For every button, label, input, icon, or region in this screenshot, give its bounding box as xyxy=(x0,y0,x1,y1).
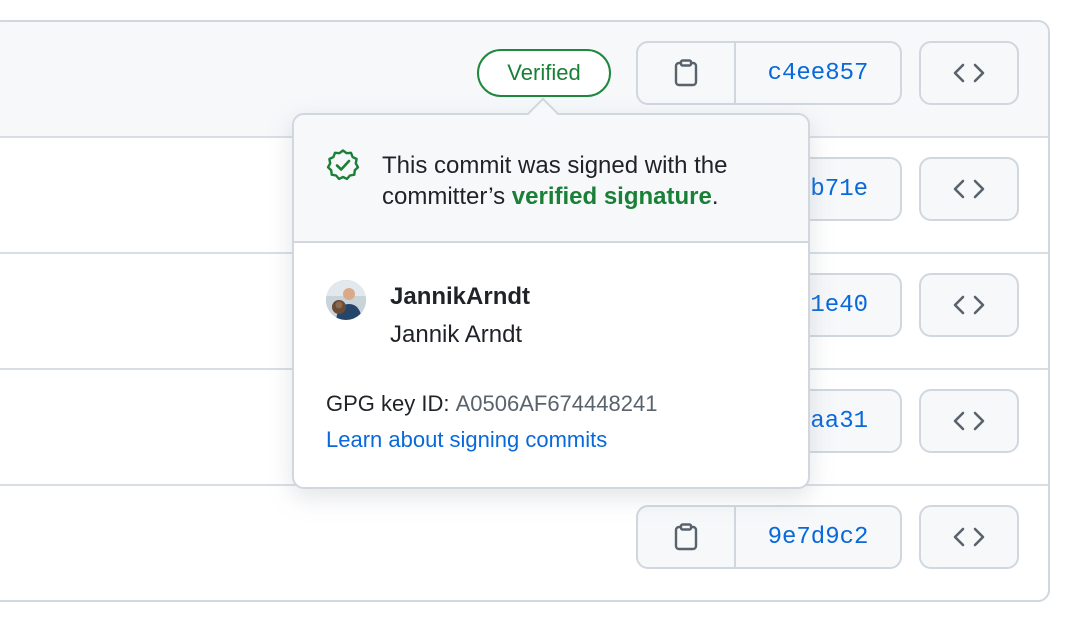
verified-badge[interactable]: Verified xyxy=(477,49,611,97)
code-icon xyxy=(953,411,985,431)
learn-signing-link[interactable]: Learn about signing commits xyxy=(326,427,607,453)
avatar[interactable] xyxy=(326,280,366,320)
browse-code-button[interactable] xyxy=(919,389,1019,453)
gpg-key-label: GPG key ID: xyxy=(326,391,456,416)
gpg-key-id: A0506AF674448241 xyxy=(455,391,658,416)
popover-header: This commit was signed with the committe… xyxy=(294,115,808,243)
commit-button-group: 9e7d9c2 xyxy=(636,505,902,569)
code-icon xyxy=(953,295,985,315)
gpg-key-info: GPG key ID: A0506AF674448241 xyxy=(326,391,657,417)
commit-sha-link[interactable]: c4ee857 xyxy=(736,43,900,103)
clipboard-icon xyxy=(674,59,698,87)
signer-login[interactable]: JannikArndt xyxy=(390,283,530,311)
copy-sha-button[interactable] xyxy=(638,507,736,567)
commit-sha-link[interactable]: 9e7d9c2 xyxy=(736,507,900,567)
signer-full-name: Jannik Arndt xyxy=(390,321,523,348)
copy-sha-button[interactable] xyxy=(638,43,736,103)
code-icon xyxy=(953,527,985,547)
commit-row: 9e7d9c2 xyxy=(0,486,1048,600)
signature-message-suffix: . xyxy=(711,183,719,210)
code-icon xyxy=(953,63,985,83)
verified-signature-popover: This commit was signed with the committe… xyxy=(292,97,810,489)
browse-code-button[interactable] xyxy=(919,505,1019,569)
browse-code-button[interactable] xyxy=(919,273,1019,337)
browse-code-button[interactable] xyxy=(919,157,1019,221)
verified-check-icon xyxy=(326,149,360,181)
signature-message: This commit was signed with the committe… xyxy=(382,150,792,212)
browse-code-button[interactable] xyxy=(919,41,1019,105)
verified-signature-text: verified signature xyxy=(511,183,712,210)
clipboard-icon xyxy=(674,523,698,551)
code-icon xyxy=(953,179,985,199)
commit-button-group: c4ee857 xyxy=(636,41,902,105)
